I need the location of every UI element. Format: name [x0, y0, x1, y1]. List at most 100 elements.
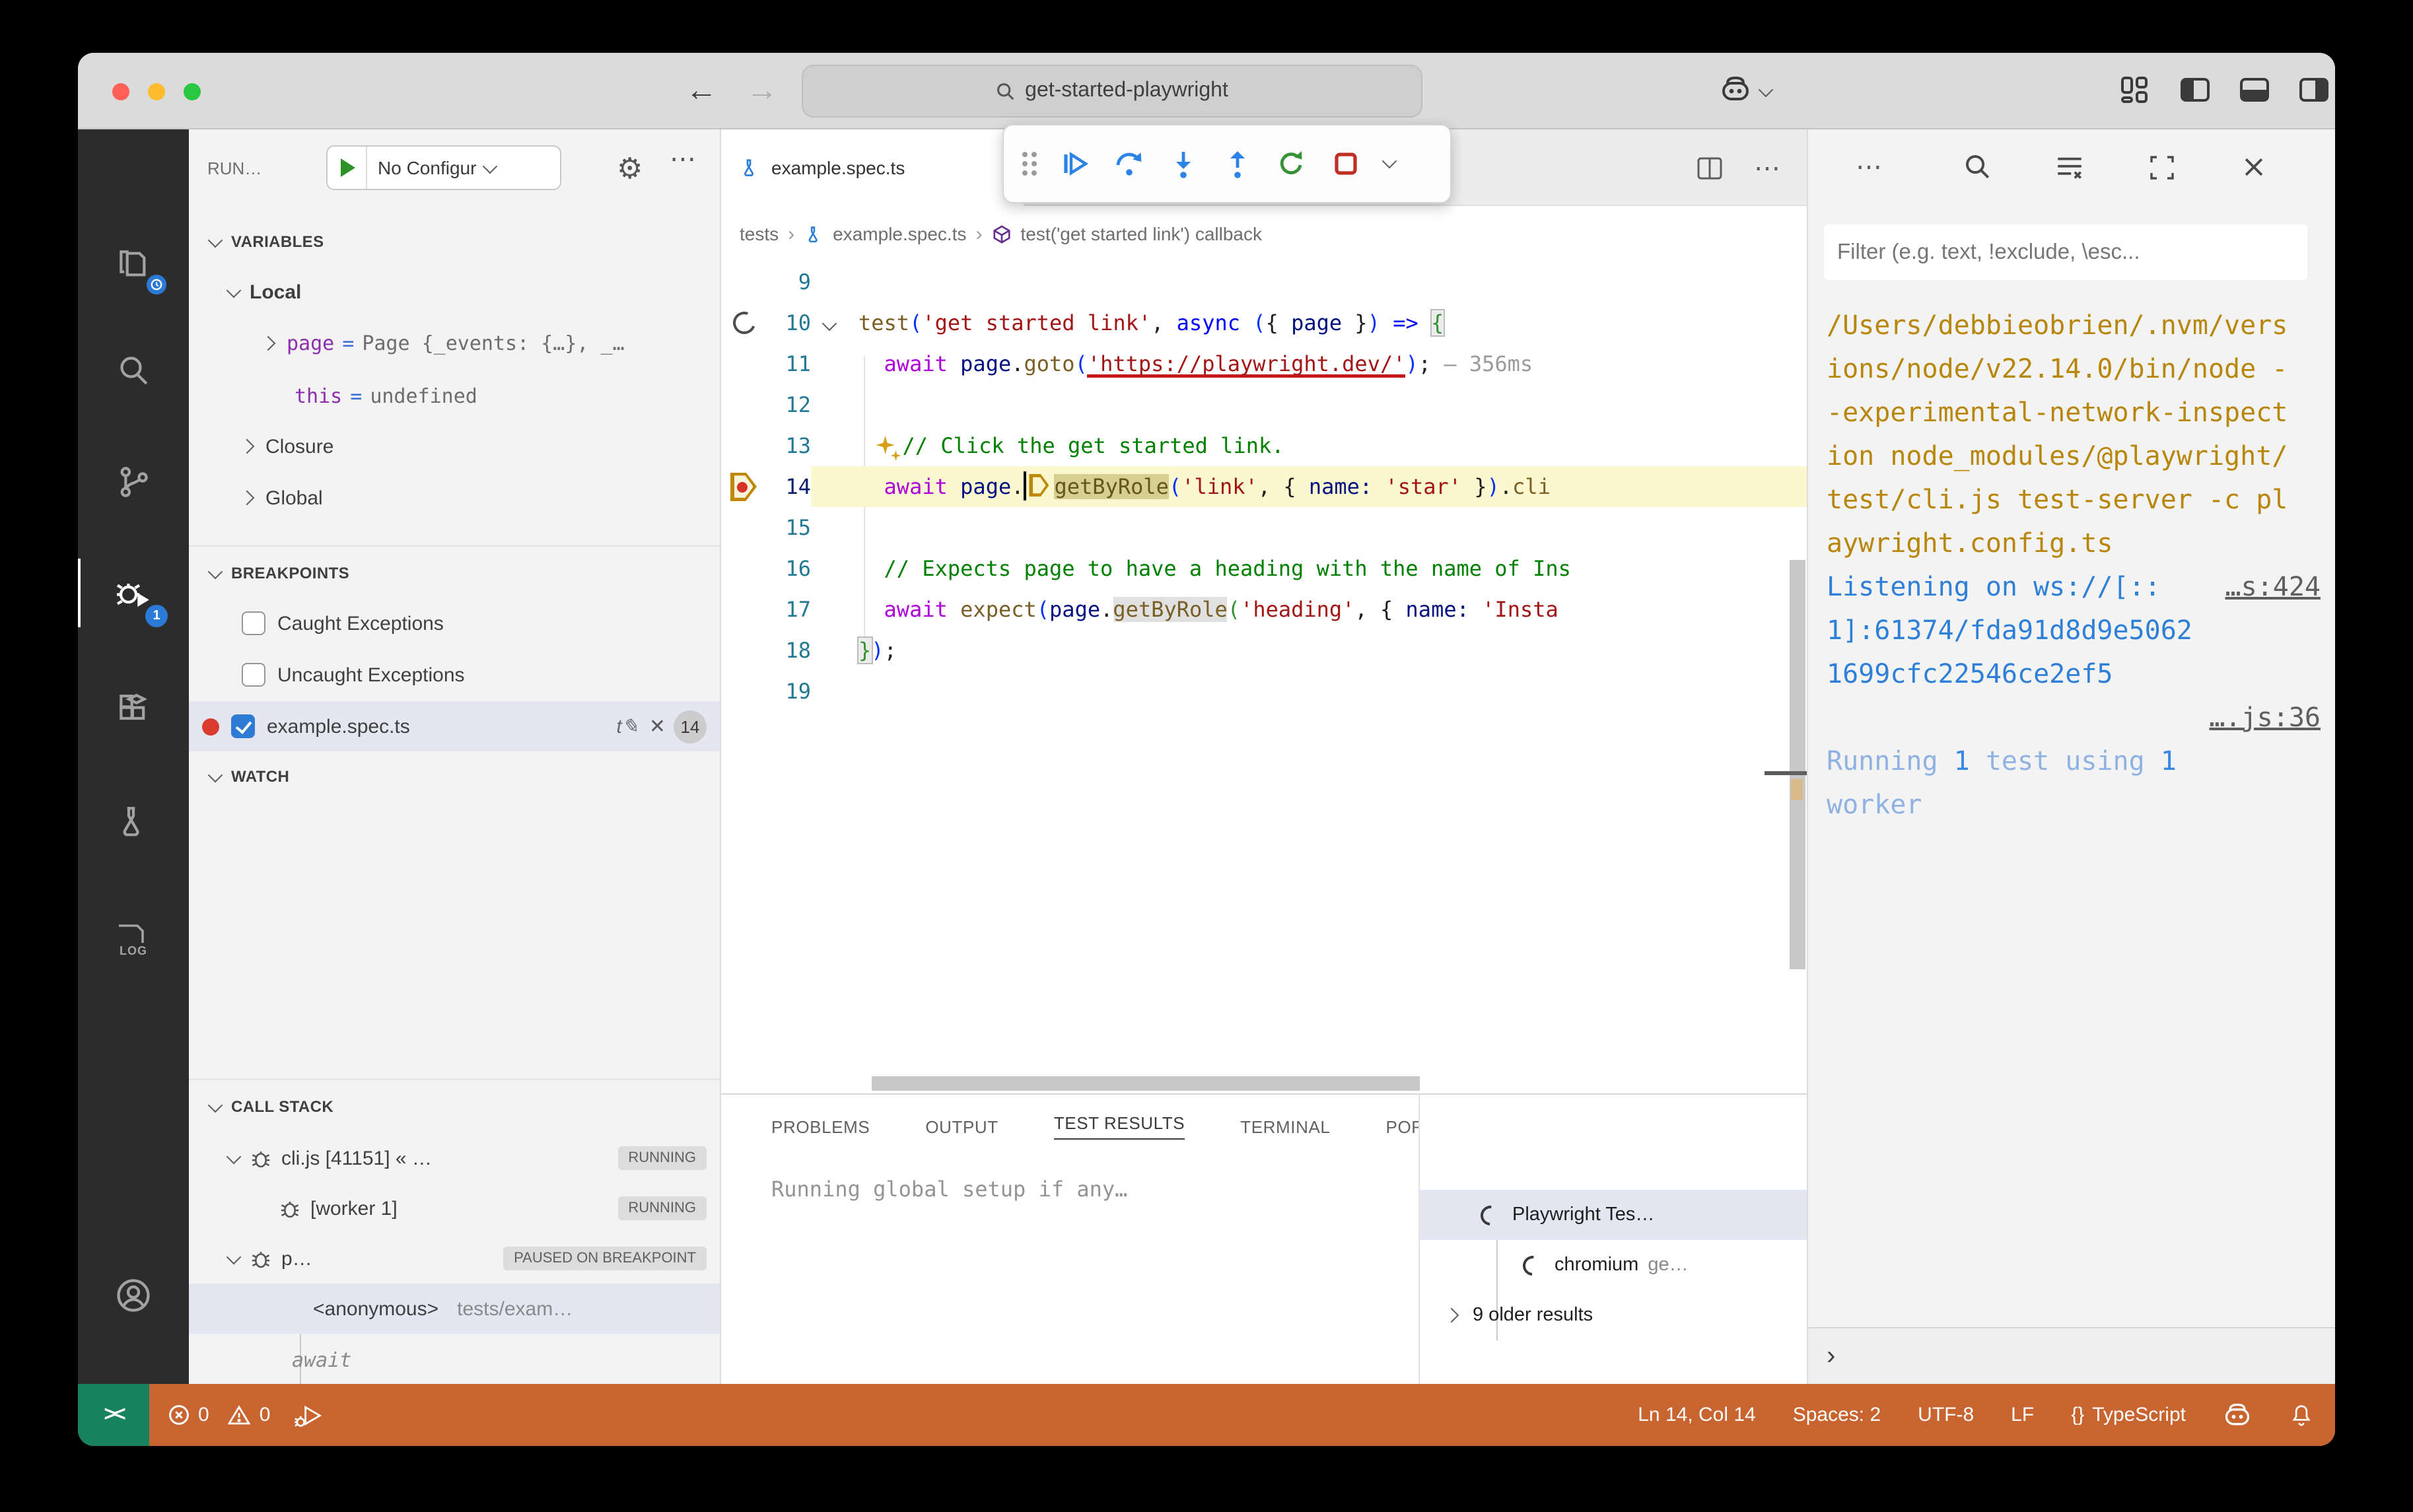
activitybar-explorer[interactable]	[78, 222, 189, 306]
show-more-link[interactable]: Show 5 More: Skipped by skip!	[189, 1376, 720, 1384]
activitybar-search[interactable]	[78, 327, 189, 412]
code-text[interactable]	[848, 261, 1807, 302]
line-number[interactable]: 14	[766, 466, 811, 507]
sidebar-more-actions-icon[interactable]: ⋯	[670, 143, 696, 176]
fold-margin[interactable]	[811, 302, 848, 343]
step-into-icon[interactable]	[1168, 148, 1199, 180]
callstack-section-header[interactable]: CALL STACK	[189, 1082, 720, 1132]
split-editor-icon[interactable]	[1697, 156, 1722, 179]
line-number[interactable]: 13	[766, 425, 811, 466]
line-number[interactable]: 11	[766, 343, 811, 384]
line-number[interactable]: 18	[766, 630, 811, 671]
continue-icon[interactable]	[1059, 148, 1091, 180]
breakpoint-enabled-checkbox[interactable]	[231, 714, 255, 738]
command-center-search[interactable]: get-started-playwright	[802, 65, 1422, 118]
tree-row-playwright[interactable]: Playwright Tes…	[1420, 1190, 1807, 1240]
back-arrow-icon[interactable]: ←	[685, 71, 717, 111]
start-debug-icon[interactable]	[341, 158, 355, 177]
variable-this-row[interactable]: this=undefined	[189, 371, 720, 421]
caught-exceptions-row[interactable]: Caught Exceptions	[189, 598, 720, 648]
breakpoint-file-row[interactable]: example.spec.ts t✎ ✕ 14	[189, 701, 720, 751]
code-text[interactable]: test('get started link', async ({ page }…	[848, 302, 1807, 343]
code-text[interactable]	[848, 507, 1807, 548]
minimize-window-button[interactable]	[148, 83, 165, 100]
code-text[interactable]: // Click the get started link.	[848, 425, 1807, 466]
cursor-position[interactable]: Ln 14, Col 14	[1638, 1404, 1755, 1426]
notifications-bell-icon[interactable]	[2289, 1402, 2314, 1428]
breakpoints-section-header[interactable]: BREAKPOINTS	[189, 548, 720, 598]
editor-more-actions-icon[interactable]: ⋯	[1754, 151, 1780, 184]
tab-problems[interactable]: PROBLEMS	[771, 1117, 870, 1136]
debug-settings-gear-icon[interactable]: ⚙	[617, 152, 643, 186]
console-search-icon[interactable]	[1964, 153, 1992, 181]
tree-row-chromium[interactable]: chromium ge…	[1420, 1240, 1807, 1290]
scope-closure[interactable]: Closure	[189, 421, 720, 471]
code-line-17[interactable]: 17 await expect(page.getByRole('heading'…	[721, 589, 1807, 630]
console-filter-icon[interactable]	[2056, 156, 2083, 180]
code-line-14[interactable]: 14 await page.getByRole('link', { name: …	[721, 466, 1807, 507]
close-window-button[interactable]	[112, 83, 129, 100]
scope-global[interactable]: Global	[189, 473, 720, 523]
remote-indicator[interactable]: ><	[78, 1384, 149, 1446]
language-mode[interactable]: {}TypeScript	[2071, 1404, 2186, 1426]
console-more-actions-icon[interactable]: ⋯	[1856, 151, 1882, 184]
close-icon[interactable]	[2241, 155, 2266, 180]
code-text[interactable]: await expect(page.getByRole('heading', {…	[848, 589, 1807, 630]
step-over-icon[interactable]	[1113, 148, 1145, 180]
code-text[interactable]	[848, 384, 1807, 425]
breakpoint-edit-icon[interactable]: t✎	[616, 714, 639, 738]
restart-icon[interactable]	[1276, 148, 1308, 180]
toolbar-chevron-icon[interactable]	[1382, 154, 1397, 169]
scope-local[interactable]: Local	[189, 267, 720, 317]
problems-status[interactable]: 0 0	[168, 1404, 270, 1426]
line-number[interactable]: 17	[766, 589, 811, 630]
copilot-status-icon[interactable]	[2223, 1400, 2252, 1429]
breakpoint-remove-icon[interactable]: ✕	[649, 714, 666, 738]
line-number[interactable]: 19	[766, 671, 811, 712]
editor-vertical-scrollbar[interactable]	[1788, 261, 1807, 1093]
copilot-chevron-icon[interactable]	[1759, 83, 1774, 98]
code-text[interactable]: });	[848, 630, 1807, 671]
variable-page-row[interactable]: page=Page {_events: {…}, _…	[189, 318, 720, 368]
line-number[interactable]: 12	[766, 384, 811, 425]
code-line-10[interactable]: 10 test('get started link', async ({ page…	[721, 302, 1807, 343]
fold-chevron-icon[interactable]	[822, 316, 837, 331]
line-number[interactable]: 10	[766, 302, 811, 343]
code-line-9[interactable]: 9	[721, 261, 1807, 302]
console-filter-input[interactable]: Filter (e.g. text, !exclude, \esc...	[1824, 224, 2307, 280]
variables-section-header[interactable]: VARIABLES	[189, 217, 720, 267]
watch-section-header[interactable]: WATCH	[189, 751, 720, 802]
code-text[interactable]	[848, 671, 1807, 712]
callstack-frame-row[interactable]: <anonymous> tests/exam…	[189, 1284, 720, 1334]
code-editor[interactable]: 910 test('get started link', async ({ pag…	[721, 261, 1807, 1093]
line-number[interactable]: 15	[766, 507, 811, 548]
forward-arrow-icon[interactable]: →	[746, 71, 778, 111]
breadcrumb-symbol[interactable]: test('get started link') callback	[1021, 223, 1263, 244]
toggle-panel-icon[interactable]	[2240, 78, 2269, 102]
expand-icon[interactable]	[2149, 155, 2175, 181]
code-line-19[interactable]: 19	[721, 671, 1807, 712]
activitybar-extensions[interactable]	[78, 667, 189, 751]
tree-row-older-results[interactable]: 9 older results	[1420, 1290, 1807, 1340]
line-number[interactable]: 16	[766, 548, 811, 589]
activitybar-testing[interactable]	[78, 779, 189, 864]
tab-example-spec[interactable]: example.spec.ts	[721, 129, 1025, 206]
breadcrumb-folder[interactable]: tests	[740, 223, 779, 244]
uncaught-exceptions-row[interactable]: Uncaught Exceptions	[189, 650, 720, 700]
caught-exceptions-checkbox[interactable]	[242, 611, 265, 635]
activitybar-accounts[interactable]	[78, 1253, 189, 1338]
debug-config-dropdown[interactable]: No Configur	[326, 145, 561, 190]
callstack-paused-row[interactable]: p… PAUSED ON BREAKPOINT	[189, 1233, 720, 1284]
expand-right-chevron-icon[interactable]: ›	[1827, 1341, 1835, 1371]
code-line-12[interactable]: 12	[721, 384, 1807, 425]
code-line-13[interactable]: 13 // Click the get started link.	[721, 425, 1807, 466]
activitybar-log[interactable]: LOG	[78, 891, 189, 976]
code-line-15[interactable]: 15	[721, 507, 1807, 548]
code-text[interactable]: await page.goto('https://playwright.dev/…	[848, 343, 1807, 384]
encoding[interactable]: UTF-8	[1918, 1404, 1974, 1426]
console-output[interactable]: /Users/debbieobrien/.nvm/versions/node/v…	[1827, 304, 2321, 827]
uncaught-exceptions-checkbox[interactable]	[242, 663, 265, 687]
toggle-primary-sidebar-icon[interactable]	[2181, 78, 2210, 102]
code-text[interactable]: await page.getByRole('link', { name: 'st…	[848, 466, 1807, 507]
activitybar-source-control[interactable]	[78, 440, 189, 524]
